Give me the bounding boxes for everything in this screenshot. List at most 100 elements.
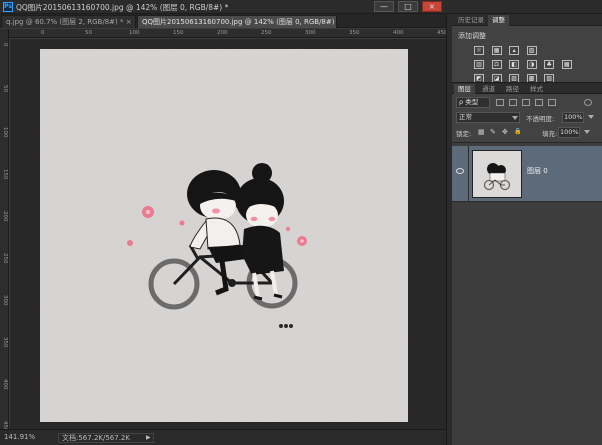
tab-layers[interactable]: 图层 xyxy=(454,84,475,95)
maximize-button[interactable]: □ xyxy=(398,1,418,12)
layers-tab-bar: 图层 通道 路径 样式 xyxy=(452,82,602,95)
ruler-tick-label: 200 xyxy=(217,30,228,36)
filter-label: ρ 类型 xyxy=(459,98,479,106)
document-tab-q[interactable]: q.jpg @ 60.7% (图层 2, RGB/8#) * × xyxy=(1,15,136,28)
tab-history[interactable]: 历史记录 xyxy=(454,15,488,26)
layer-thumbnail[interactable] xyxy=(472,150,522,198)
lock-image-icon[interactable]: ✎ xyxy=(490,128,496,136)
chevron-down-icon xyxy=(512,116,518,120)
document-tab-bar: q.jpg @ 60.7% (图层 2, RGB/8#) * × QQ图片201… xyxy=(0,14,446,28)
ruler-tick-label: 50 xyxy=(85,30,92,36)
adjustment-icons-row-2: ▥ ⚖ ◧ ◑ ♣ ▦ xyxy=(474,60,594,71)
adjustment-filter-icon[interactable] xyxy=(509,99,517,106)
blend-mode-select[interactable]: 正常 xyxy=(456,112,520,123)
flower-2 xyxy=(179,220,185,226)
layers-list: 图层 0 xyxy=(452,142,602,445)
fill-label: 填充: xyxy=(542,130,558,138)
ruler-tick-label: 250 xyxy=(2,253,8,264)
adjustments-tab-bar: 历史记录 调整 xyxy=(452,14,602,26)
status-menu-arrow-icon[interactable]: ▶ xyxy=(146,434,151,441)
channel-mixer-icon[interactable]: ▦ xyxy=(561,60,572,69)
flower-3 xyxy=(127,240,133,246)
levels-icon[interactable]: ▦ xyxy=(491,46,502,55)
ruler-tick-label: 150 xyxy=(2,169,8,180)
brightness-icon[interactable]: ☼ xyxy=(474,46,484,55)
flower-5 xyxy=(286,227,290,231)
girl-blush-right xyxy=(268,216,276,222)
tab-adjustments[interactable]: 调整 xyxy=(488,15,509,26)
eye-icon[interactable] xyxy=(456,168,464,174)
vertical-ruler[interactable]: 0 50 100 150 200 250 300 350 400 450 xyxy=(0,29,9,432)
adjustments-title: 添加调整 xyxy=(458,32,486,40)
vibrance-icon[interactable]: ▥ xyxy=(474,60,484,69)
shape-filter-icon[interactable] xyxy=(535,99,543,106)
photoshop-window: Ps QQ图片20150613160700.jpg @ 142% (图层 0, … xyxy=(0,0,602,445)
ruler-tick-label: 200 xyxy=(2,211,8,222)
window-title: QQ图片20150613160700.jpg @ 142% (图层 0, RGB… xyxy=(16,3,229,12)
fill-dropdown-icon[interactable] xyxy=(584,130,590,134)
minimize-button[interactable]: — xyxy=(374,1,394,12)
tab-styles[interactable]: 样式 xyxy=(526,84,547,95)
black-white-icon[interactable]: ◑ xyxy=(526,60,537,69)
ruler-tick-label: 100 xyxy=(2,127,8,138)
blend-mode-row: 正常 不透明度: 100% xyxy=(454,112,600,124)
opacity-input[interactable]: 100% xyxy=(562,112,584,123)
ruler-tick-label: 0 xyxy=(41,30,45,36)
ellipsis-dots xyxy=(279,324,293,328)
zoom-level[interactable]: 141.91% xyxy=(4,433,35,441)
layer-name[interactable]: 图层 0 xyxy=(527,166,548,176)
ruler-tick-label: 400 xyxy=(393,30,404,36)
girl-blush-left xyxy=(250,216,258,222)
horizontal-ruler[interactable]: 0 50 100 150 200 250 300 350 400 450 xyxy=(9,29,448,38)
document-size-info[interactable]: 文档:567.2K/567.2K xyxy=(58,433,154,443)
canvas-area[interactable] xyxy=(10,39,446,429)
ruler-tick-label: 350 xyxy=(2,337,8,348)
document-canvas[interactable] xyxy=(40,49,408,422)
tab-channels[interactable]: 通道 xyxy=(478,84,499,95)
ruler-tick-label: 250 xyxy=(261,30,272,36)
layer-row[interactable]: 图层 0 xyxy=(452,146,602,202)
color-balance-icon[interactable]: ◧ xyxy=(509,60,520,69)
lock-all-icon[interactable]: 🔒 xyxy=(514,128,521,135)
type-filter-icon[interactable] xyxy=(522,99,530,106)
layer-divider xyxy=(468,146,469,202)
layer-filter-select[interactable]: ρ 类型 xyxy=(456,97,490,108)
tab-label: QQ图片20150613160700.jpg @ 142% (图层 0, RGB… xyxy=(142,18,337,26)
ruler-tick-label: 400 xyxy=(2,379,8,390)
boy-blush xyxy=(212,208,220,214)
ruler-tick-label: 300 xyxy=(2,295,8,306)
opacity-label: 不透明度: xyxy=(526,115,555,123)
curves-icon[interactable]: ▴ xyxy=(509,46,520,55)
tab-label: q.jpg @ 60.7% (图层 2, RGB/8#) * xyxy=(6,18,124,26)
lock-row: 锁定: ▦ ✎ ✥ 🔒 填充: 100% xyxy=(454,127,600,139)
document-tab-active[interactable]: QQ图片20150613160700.jpg @ 142% (图层 0, RGB… xyxy=(137,15,337,28)
ruler-tick-label: 50 xyxy=(2,85,8,92)
fill-input[interactable]: 100% xyxy=(558,127,580,138)
close-window-button[interactable]: × xyxy=(422,1,442,12)
ruler-tick-label: 300 xyxy=(305,30,316,36)
exposure-icon[interactable]: ▨ xyxy=(526,46,537,55)
lock-position-icon[interactable]: ✥ xyxy=(502,128,508,136)
pedal-crank xyxy=(228,279,236,287)
tab-close-icon[interactable]: × xyxy=(126,18,132,26)
title-bar: Ps QQ图片20150613160700.jpg @ 142% (图层 0, … xyxy=(0,0,602,14)
ruler-tick-label: 0 xyxy=(2,43,8,47)
pixel-filter-icon[interactable] xyxy=(496,99,504,106)
filter-toggle-icon[interactable] xyxy=(584,99,592,106)
ruler-tick-label: 150 xyxy=(173,30,184,36)
ruler-tick-label: 100 xyxy=(129,30,140,36)
artwork-illustration xyxy=(40,49,408,422)
adjustment-icons-row-1: ☼ ▦ ▴ ▨ xyxy=(474,46,594,57)
smart-object-filter-icon[interactable] xyxy=(548,99,556,106)
thumbnail-illustration xyxy=(483,163,511,191)
lock-label: 锁定: xyxy=(456,130,472,138)
lock-transparency-icon[interactable]: ▦ xyxy=(478,128,485,136)
layer-filter-row: ρ 类型 xyxy=(454,97,600,109)
hue-saturation-icon[interactable]: ⚖ xyxy=(491,60,502,69)
photoshop-logo: Ps xyxy=(3,2,13,12)
right-panels: 历史记录 调整 添加调整 ☼ ▦ ▴ ▨ ▥ ⚖ ◧ ◑ ♣ ▦ ◩ ◪ ▨ ▩… xyxy=(452,14,602,445)
tab-paths[interactable]: 路径 xyxy=(502,84,523,95)
opacity-dropdown-icon[interactable] xyxy=(588,115,594,119)
photo-filter-icon[interactable]: ♣ xyxy=(544,60,555,69)
blend-mode-value: 正常 xyxy=(459,113,472,121)
